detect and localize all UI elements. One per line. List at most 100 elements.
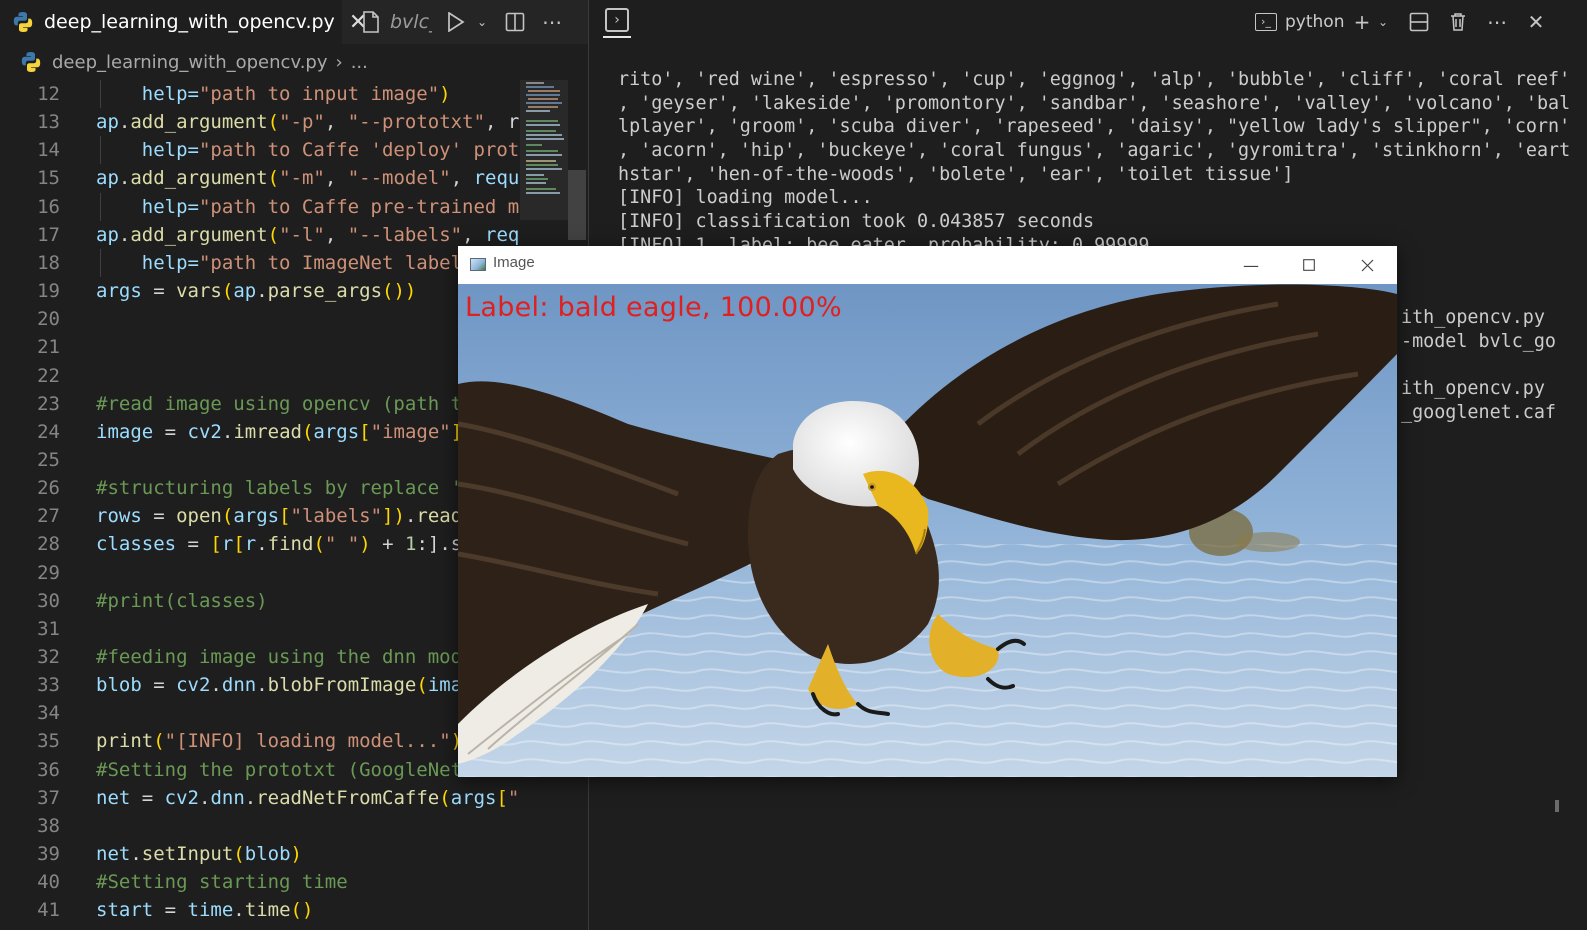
code-line[interactable]: 41 start = time.time() bbox=[0, 896, 520, 924]
code-token: ( bbox=[233, 843, 245, 866]
code-line[interactable]: 29 bbox=[0, 559, 520, 587]
terminal-icon[interactable]: › bbox=[605, 8, 629, 32]
ellipsis-icon[interactable]: ⋯ bbox=[1483, 8, 1511, 36]
code-line[interactable]: 25 bbox=[0, 446, 520, 474]
code-line[interactable]: 33 blob = cv2.dnn.blobFromImage(ima bbox=[0, 671, 520, 699]
code-token: "image" bbox=[370, 420, 451, 443]
code-text: net = cv2.dnn.readNetFromCaffe(args[" bbox=[96, 784, 519, 812]
code-token: + bbox=[370, 533, 405, 556]
code-line[interactable]: 17 ap.add_argument("-l", "--labels", req bbox=[0, 221, 520, 249]
line-number: 27 bbox=[37, 505, 60, 528]
image-window[interactable]: Image — Label: bald eagle, 100.00% bbox=[458, 246, 1397, 777]
code-line[interactable]: 13 ap.add_argument("-p", "--prototxt", r bbox=[0, 108, 520, 136]
code-token: #Setting starting time bbox=[96, 871, 348, 894]
code-token: readNetFromCaffe bbox=[256, 786, 440, 809]
close-icon[interactable] bbox=[1338, 246, 1396, 284]
code-line[interactable]: 40 #Setting starting time bbox=[0, 868, 520, 896]
code-token: cv2 bbox=[187, 420, 222, 443]
code-text: #Setting starting time bbox=[96, 868, 348, 896]
code-token: , bbox=[324, 223, 348, 246]
code-token: . bbox=[118, 223, 131, 246]
close-icon[interactable]: ✕ bbox=[1522, 8, 1550, 36]
code-line[interactable]: 37 net = cv2.dnn.readNetFromCaffe(args[" bbox=[0, 784, 520, 812]
code-token: , bbox=[450, 167, 474, 190]
tab-bvlc-file[interactable]: bvlc_ bbox=[344, 0, 432, 44]
code-token: "path to Caffe pre-trained m bbox=[198, 195, 520, 218]
line-number: 15 bbox=[37, 167, 60, 190]
minimize-icon[interactable]: — bbox=[1222, 246, 1280, 284]
code-line[interactable]: 35 print("[INFO] loading model...") bbox=[0, 727, 520, 755]
code-line[interactable]: 12 help="path to input image") bbox=[0, 80, 520, 108]
image-window-titlebar[interactable]: Image — bbox=[458, 246, 1397, 284]
code-line[interactable]: 38 bbox=[0, 812, 520, 840]
code-token: [ bbox=[359, 420, 371, 443]
code-text: start = time.time() bbox=[96, 896, 313, 924]
terminal-line: hstar', 'hen-of-the-woods', 'bolete', 'e… bbox=[618, 163, 1294, 185]
tab-deep-learning-with-opencv[interactable]: deep_learning_with_opencv.py ✕ bbox=[0, 0, 367, 44]
code-token: add_argument bbox=[130, 167, 268, 190]
line-number: 34 bbox=[37, 702, 60, 725]
maximize-icon[interactable] bbox=[1280, 246, 1338, 284]
split-editor-icon[interactable] bbox=[501, 8, 529, 36]
code-token: , r bbox=[485, 111, 520, 134]
editor-scrollbar-thumb[interactable] bbox=[568, 170, 586, 240]
code-line[interactable]: 39 net.setInput(blob) bbox=[0, 840, 520, 868]
minimap-slider[interactable] bbox=[520, 80, 568, 220]
code-line[interactable]: 21 bbox=[0, 333, 520, 361]
code-token: "[INFO] loading model..." bbox=[164, 730, 451, 753]
breadcrumb-more[interactable]: ... bbox=[351, 52, 368, 73]
ellipsis-icon[interactable]: ⋯ bbox=[538, 8, 566, 36]
code-token: ( bbox=[439, 786, 451, 809]
code-token: imread bbox=[233, 420, 302, 443]
code-line[interactable]: 26 #structuring labels by replace ' bbox=[0, 474, 520, 502]
code-line[interactable]: 34 bbox=[0, 699, 520, 727]
code-line[interactable]: 27 rows = open(args["labels"]).read bbox=[0, 502, 520, 530]
code-line[interactable]: 36 #Setting the prototxt (GoogleNet bbox=[0, 756, 520, 784]
code-token: args bbox=[450, 786, 497, 809]
code-token: read bbox=[416, 505, 463, 528]
code-area[interactable]: 12 help="path to input image") 13 ap.add_a… bbox=[0, 80, 520, 930]
code-token: ( bbox=[313, 533, 325, 556]
split-terminal-icon[interactable] bbox=[1405, 8, 1433, 36]
code-line[interactable]: 30 #print(classes) bbox=[0, 587, 520, 615]
code-line[interactable]: 32 #feeding image using the dnn mod bbox=[0, 643, 520, 671]
terminal-output[interactable]: rito', 'red wine', 'espresso', 'cup', 'e… bbox=[618, 68, 1570, 258]
code-line[interactable]: 16 help="path to Caffe pre-trained m bbox=[0, 192, 520, 221]
code-token: classes bbox=[96, 533, 177, 556]
breadcrumb-file[interactable]: deep_learning_with_opencv.py bbox=[52, 52, 328, 73]
play-icon[interactable] bbox=[442, 8, 470, 36]
code-text: net.setInput(blob) bbox=[96, 840, 302, 868]
code-token: [ bbox=[233, 533, 245, 556]
chevron-down-icon[interactable]: ⌄ bbox=[1375, 8, 1391, 36]
line-number: 22 bbox=[37, 364, 60, 387]
terminal-profile[interactable]: ›_ python bbox=[1255, 8, 1344, 36]
code-token: [ bbox=[496, 786, 508, 809]
code-token: () bbox=[290, 899, 314, 922]
code-line[interactable]: 15 ap.add_argument("-m", "--model", requ bbox=[0, 164, 520, 192]
code-token: . bbox=[118, 111, 131, 134]
code-token: . bbox=[256, 674, 268, 697]
trash-icon[interactable] bbox=[1444, 8, 1472, 36]
code-line[interactable]: 31 bbox=[0, 615, 520, 643]
code-token: cv2 bbox=[176, 674, 211, 697]
code-token: . bbox=[198, 786, 211, 809]
code-line[interactable]: 20 bbox=[0, 305, 520, 333]
code-line[interactable]: 22 bbox=[0, 362, 520, 390]
code-line[interactable]: 24 image = cv2.imread(args["image"] bbox=[0, 418, 520, 446]
bald-eagle-photo: Label: bald eagle, 100.00% bbox=[458, 284, 1397, 777]
line-number: 39 bbox=[37, 843, 60, 866]
code-line[interactable]: 18 help="path to ImageNet label bbox=[0, 248, 520, 277]
terminal-line-fragment: ith_opencv.py bbox=[1401, 378, 1545, 399]
code-text: args = vars(ap.parse_args()) bbox=[96, 277, 416, 305]
line-number: 35 bbox=[37, 730, 60, 753]
code-text: ap.add_argument("-p", "--prototxt", r bbox=[96, 108, 519, 136]
terminal-scroll-marker[interactable] bbox=[1555, 800, 1559, 812]
run-dropdown-chevron-icon[interactable]: ⌄ bbox=[468, 8, 496, 36]
image-canvas[interactable]: Label: bald eagle, 100.00% bbox=[458, 284, 1397, 777]
plus-icon[interactable]: + bbox=[1349, 8, 1375, 36]
code-line[interactable]: 14 help="path to Caffe 'deploy' prot bbox=[0, 136, 520, 165]
code-line[interactable]: 19 args = vars(ap.parse_args()) bbox=[0, 277, 520, 305]
code-line[interactable]: 23 #read image using opencv (path t bbox=[0, 390, 520, 418]
code-line[interactable]: 28 classes = [r[r.find(" ") + 1:].s bbox=[0, 530, 520, 558]
line-number: 23 bbox=[37, 392, 60, 415]
